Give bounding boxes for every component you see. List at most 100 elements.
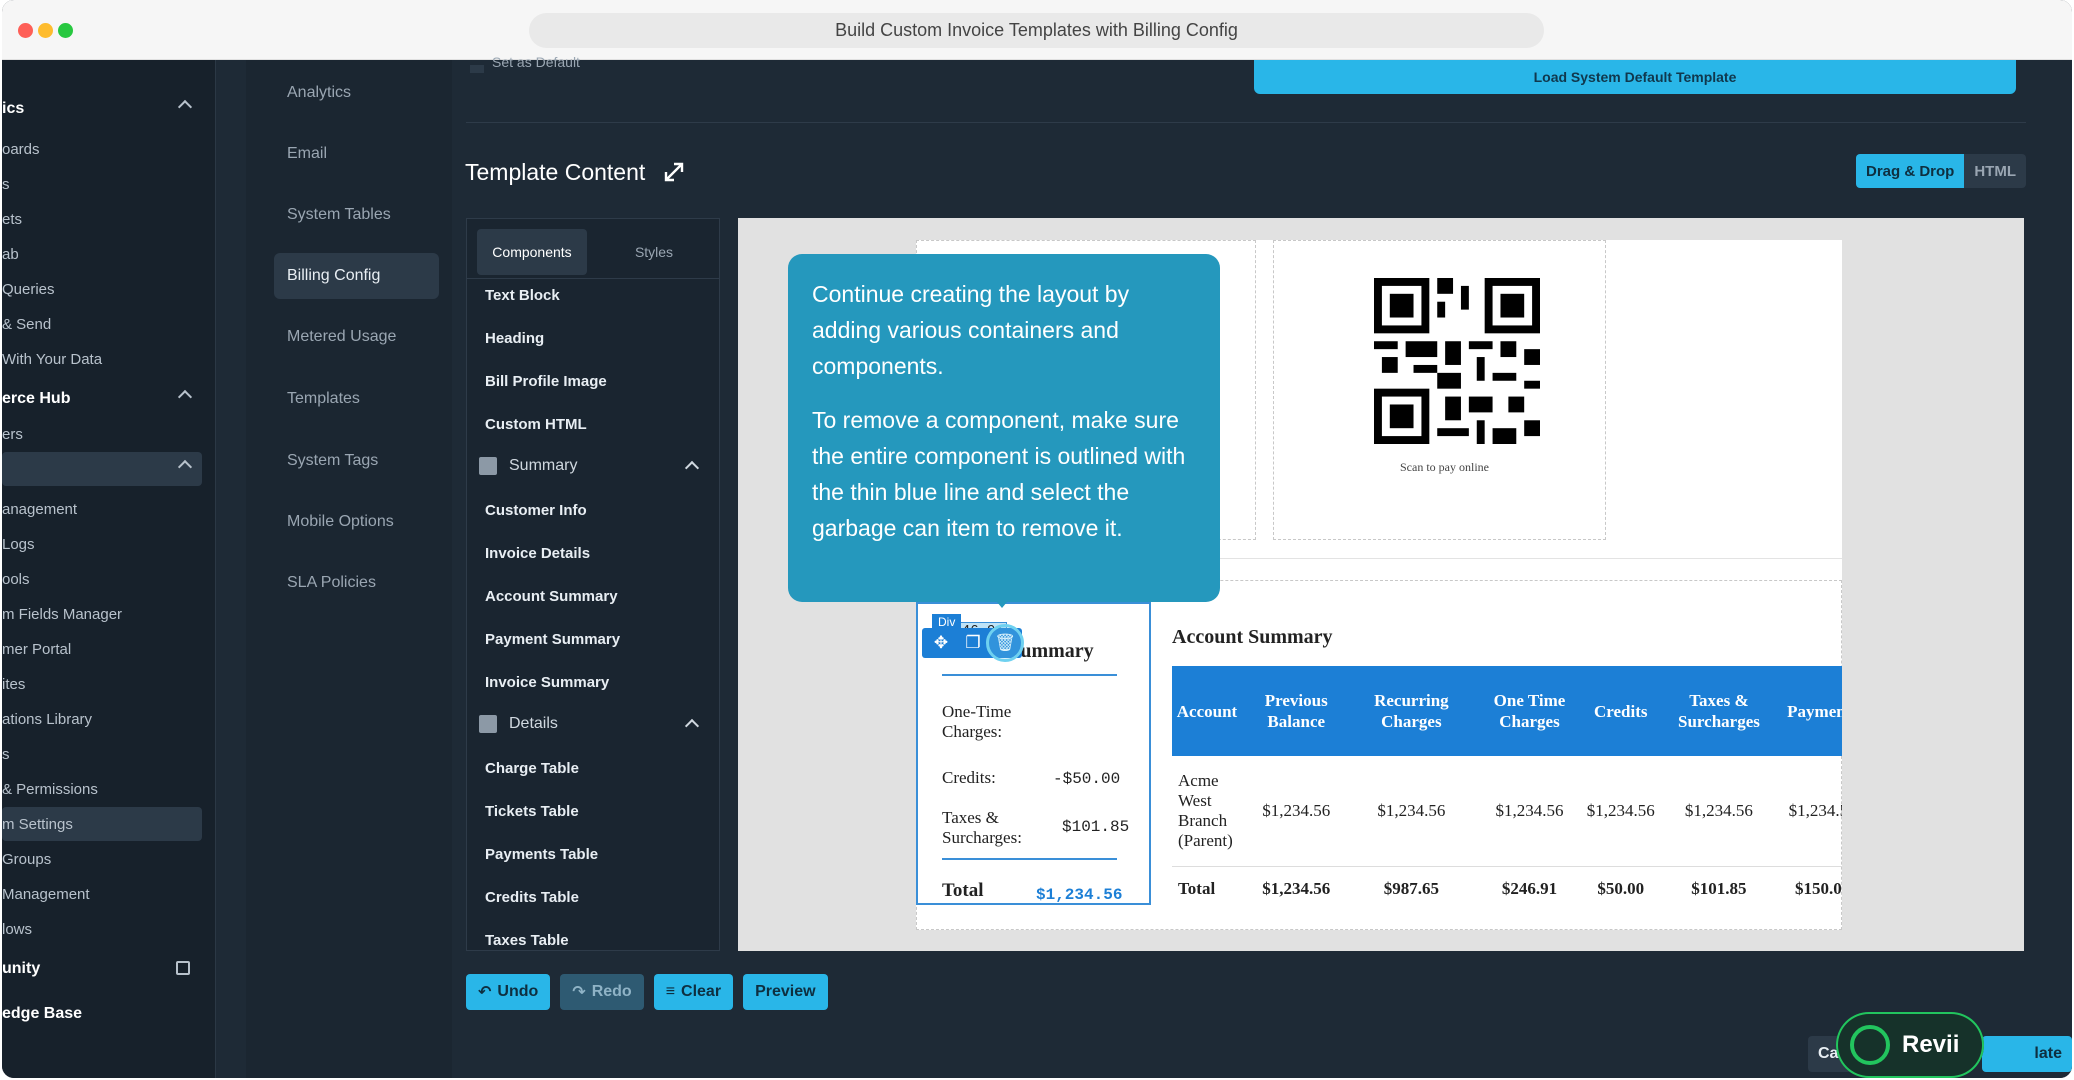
- tab-styles[interactable]: Styles: [599, 229, 709, 275]
- sidebar-item-18[interactable]: s: [2, 737, 202, 771]
- sidebar-item-23[interactable]: lows: [2, 912, 202, 946]
- sidebar-item-label: ics: [2, 100, 25, 117]
- subnav-item-templates[interactable]: Templates: [274, 376, 439, 422]
- sidebar-item-5[interactable]: Queries: [2, 272, 202, 306]
- clear-label: Clear: [681, 983, 722, 1000]
- details-group-icon: [479, 715, 497, 733]
- invoice-total-value: $1,234.56: [1036, 886, 1123, 904]
- table-header: Previous Balance: [1242, 666, 1351, 756]
- chevron-up-icon[interactable]: [177, 459, 193, 475]
- sidebar-item-12[interactable]: Logs: [2, 527, 202, 561]
- component-text-block[interactable]: Text Block: [485, 287, 560, 304]
- update-template-button[interactable]: late: [1982, 1036, 2072, 1072]
- table-header: Recurring Charges: [1350, 666, 1473, 756]
- close-dot[interactable]: [18, 23, 33, 38]
- undo-icon: ↶: [478, 984, 492, 1001]
- redo-button[interactable]: ↷ Redo: [560, 974, 644, 1010]
- component-payments-table[interactable]: Payments Table: [485, 846, 598, 863]
- subnav-item-mobile-options[interactable]: Mobile Options: [274, 499, 439, 545]
- table-cell: $1,234.56: [1242, 756, 1351, 867]
- chevron-up-icon[interactable]: [684, 460, 700, 476]
- external-link-icon[interactable]: [176, 961, 190, 975]
- subnav-item-email[interactable]: Email: [274, 131, 439, 177]
- component-account-summary[interactable]: Account Summary: [485, 588, 618, 605]
- walkthrough-tooltip: Continue creating the layout by adding v…: [788, 254, 1220, 602]
- sidebar-item-1[interactable]: oards: [2, 132, 202, 166]
- sidebar-item-6[interactable]: & Send: [2, 307, 202, 341]
- table-total-cell: $246.91: [1501, 879, 1558, 899]
- subnav-item-analytics[interactable]: Analytics: [274, 70, 439, 116]
- sidebar-item-15[interactable]: mer Portal: [2, 632, 202, 666]
- sidebar-item-25[interactable]: edge Base: [2, 997, 202, 1031]
- maximize-dot[interactable]: [58, 23, 73, 38]
- component-customer-info[interactable]: Customer Info: [485, 502, 587, 519]
- sidebar-item-24[interactable]: unity: [2, 952, 202, 986]
- sidebar-item-13[interactable]: ools: [2, 562, 202, 596]
- sidebar-item-2[interactable]: s: [2, 167, 202, 201]
- sidebar-item-10[interactable]: [2, 452, 202, 486]
- sidebar-item-16[interactable]: ites: [2, 667, 202, 701]
- sidebar-item-3[interactable]: ets: [2, 202, 202, 236]
- sidebar-item-19[interactable]: & Permissions: [2, 772, 202, 806]
- sidebar-item-14[interactable]: m Fields Manager: [2, 597, 202, 631]
- sidebar-item-11[interactable]: anagement: [2, 492, 202, 526]
- sidebar-item-22[interactable]: Management: [2, 877, 202, 911]
- chevron-up-icon[interactable]: [177, 389, 193, 405]
- url-bar[interactable]: Build Custom Invoice Templates with Bill…: [529, 13, 1544, 48]
- checkbox-box[interactable]: [470, 65, 484, 73]
- sidebar-item-label: m Settings: [2, 815, 73, 833]
- expand-icon[interactable]: [662, 160, 686, 184]
- set-default-checkbox[interactable]: Set as Default: [470, 54, 580, 76]
- sidebar-item-9[interactable]: ers: [2, 417, 202, 451]
- component-charge-table[interactable]: Charge Table: [485, 760, 579, 777]
- copy-icon[interactable]: ❐: [962, 632, 984, 654]
- chevron-up-icon[interactable]: [684, 718, 700, 734]
- subnav-item-metered-usage[interactable]: Metered Usage: [274, 314, 439, 360]
- component-custom-html[interactable]: Custom HTML: [485, 416, 587, 433]
- subnav-item-system-tags[interactable]: System Tags: [274, 438, 439, 484]
- tab-components[interactable]: Components: [477, 229, 587, 275]
- subnav-item-billing-config[interactable]: Billing Config: [274, 253, 439, 299]
- sidebar-item-label: m Fields Manager: [2, 605, 123, 623]
- clear-button[interactable]: ≡ Clear: [653, 974, 734, 1010]
- divider: [466, 122, 2026, 123]
- component-invoice-details[interactable]: Invoice Details: [485, 545, 590, 562]
- scan-to-pay-text: Scan to pay online: [1400, 460, 1489, 474]
- component-bill-profile-image[interactable]: Bill Profile Image: [485, 373, 607, 390]
- table-total-cell: Total: [1178, 879, 1216, 899]
- drag-drop-mode-button[interactable]: Drag & Drop: [1856, 154, 1965, 188]
- table-header: Credits: [1586, 666, 1655, 756]
- component-heading[interactable]: Heading: [485, 330, 544, 347]
- clear-icon: ≡: [665, 983, 676, 1000]
- component-credits-table[interactable]: Credits Table: [485, 889, 579, 906]
- component-group-summary[interactable]: Summary: [479, 457, 709, 476]
- component-taxes-table[interactable]: Taxes Table: [485, 932, 569, 949]
- sidebar-item-4[interactable]: ab: [2, 237, 202, 271]
- sidebar-item-label: erce Hub: [2, 390, 71, 407]
- subnav-item-system-tables[interactable]: System Tables: [274, 192, 439, 238]
- minimize-dot[interactable]: [38, 23, 53, 38]
- component-tickets-table[interactable]: Tickets Table: [485, 803, 579, 820]
- load-default-template-button[interactable]: Load System Default Template: [1254, 60, 2016, 94]
- component-payment-summary[interactable]: Payment Summary: [485, 631, 620, 648]
- sidebar-item-17[interactable]: ations Library: [2, 702, 202, 736]
- undo-button[interactable]: ↶ Undo: [466, 974, 551, 1010]
- subnav-item-sla-policies[interactable]: SLA Policies: [274, 560, 439, 606]
- sidebar-item-label: edge Base: [2, 1005, 83, 1022]
- sidebar-item-0[interactable]: ics: [2, 92, 202, 126]
- html-mode-button[interactable]: HTML: [1964, 154, 2026, 188]
- sidebar-item-21[interactable]: Groups: [2, 842, 202, 876]
- credits-label: Credits:: [942, 768, 996, 787]
- preview-button[interactable]: Preview: [743, 974, 828, 1010]
- component-group-details[interactable]: Details: [479, 715, 709, 734]
- table-total-cell: $50.00: [1597, 879, 1645, 899]
- sidebar-item-20[interactable]: m Settings: [2, 807, 202, 841]
- sidebar-item-7[interactable]: With Your Data: [2, 342, 202, 376]
- one-time-charges-label: One-Time Charges:: [942, 702, 1012, 741]
- move-icon[interactable]: ✥: [930, 632, 952, 654]
- title-bar: Build Custom Invoice Templates with Bill…: [2, 0, 2072, 60]
- chevron-up-icon[interactable]: [177, 99, 193, 115]
- sidebar-item-8[interactable]: erce Hub: [2, 382, 202, 416]
- component-invoice-summary[interactable]: Invoice Summary: [485, 674, 609, 691]
- revii-badge[interactable]: Revii: [1836, 1012, 1984, 1078]
